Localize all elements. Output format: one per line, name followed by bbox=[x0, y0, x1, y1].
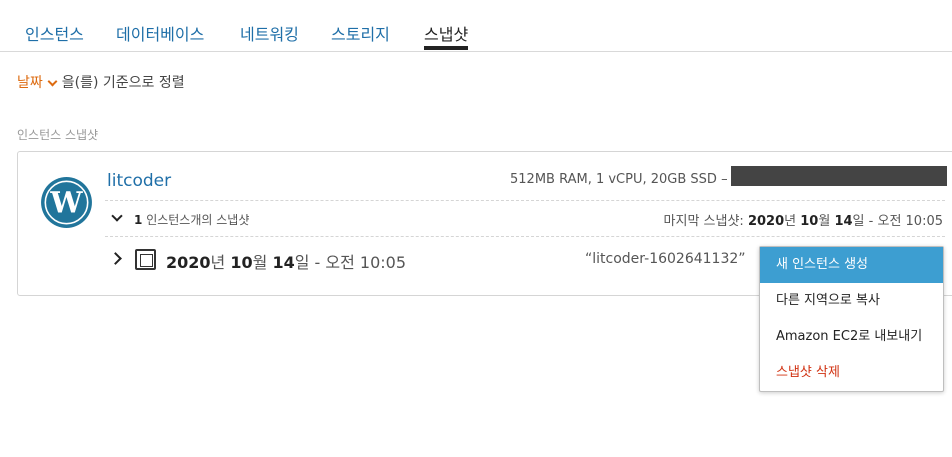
snapshot-month: 10 bbox=[230, 253, 253, 272]
chevron-down-icon[interactable] bbox=[111, 210, 123, 222]
last-snapshot-month-unit: 월 bbox=[818, 214, 831, 229]
tab-storage[interactable]: 스토리지 bbox=[331, 21, 390, 45]
menu-item-delete-snapshot[interactable]: 스냅샷 삭제 bbox=[760, 355, 943, 391]
menu-item-create-instance[interactable]: 새 인스턴스 생성 bbox=[760, 247, 943, 283]
last-snapshot-year-unit: 년 bbox=[784, 214, 797, 229]
sort-key-label: 날짜 bbox=[17, 75, 43, 91]
wordpress-logo-icon: W bbox=[41, 177, 92, 228]
last-snapshot-month: 10 bbox=[800, 214, 819, 229]
snapshot-year-unit: 년 bbox=[210, 253, 226, 272]
redacted-ip bbox=[731, 166, 947, 186]
snapshot-year: 2020 bbox=[166, 253, 211, 272]
svg-text:W: W bbox=[49, 186, 83, 220]
last-snapshot-time: - 오전 10:05 bbox=[868, 214, 943, 229]
menu-item-copy-region[interactable]: 다른 지역으로 복사 bbox=[760, 283, 943, 319]
divider bbox=[105, 200, 945, 201]
snapshot-day: 14 bbox=[272, 253, 295, 272]
last-snapshot-label: 마지막 스냅샷: bbox=[663, 214, 744, 229]
chevron-right-icon[interactable] bbox=[109, 252, 122, 265]
section-label: 인스턴스 스냅샷 bbox=[17, 128, 99, 142]
snapshot-name: “litcoder-1602641132” bbox=[585, 251, 746, 267]
menu-item-export-ec2[interactable]: Amazon EC2로 내보내기 bbox=[760, 319, 943, 355]
sort-key-dropdown[interactable]: 날짜 bbox=[17, 75, 62, 91]
divider bbox=[105, 236, 945, 237]
instance-name-link[interactable]: litcoder bbox=[107, 171, 171, 191]
sort-suffix: 을(를) 기준으로 정렬 bbox=[61, 75, 185, 91]
tab-instances[interactable]: 인스턴스 bbox=[25, 21, 84, 45]
tab-databases[interactable]: 데이터베이스 bbox=[116, 21, 204, 45]
snapshot-count-suffix: 인스턴스개의 스냅샷 bbox=[146, 213, 250, 227]
tab-networking[interactable]: 네트워킹 bbox=[240, 21, 299, 45]
snapshot-context-menu: 새 인스턴스 생성 다른 지역으로 복사 Amazon EC2로 내보내기 스냅… bbox=[759, 246, 944, 392]
tab-bar: 인스턴스 데이터베이스 네트워킹 스토리지 스냅샷 bbox=[0, 0, 952, 52]
tab-snapshots[interactable]: 스냅샷 bbox=[424, 21, 469, 50]
snapshot-date: 2020년 10월 14일 - 오전 10:05 bbox=[166, 249, 406, 273]
last-snapshot: 마지막 스냅샷: 2020년 10월 14일 - 오전 10:05 bbox=[664, 210, 943, 229]
snapshot-month-unit: 월 bbox=[252, 253, 268, 272]
last-snapshot-day-unit: 일 bbox=[852, 214, 865, 229]
snapshot-icon bbox=[135, 249, 156, 270]
snapshot-time: - 오전 10:05 bbox=[314, 253, 407, 272]
instance-spec: 512MB RAM, 1 vCPU, 20GB SSD – bbox=[510, 172, 728, 187]
chevron-down-icon bbox=[47, 76, 58, 87]
snapshot-count: 1 인스턴스개의 스냅샷 bbox=[134, 211, 249, 228]
last-snapshot-year: 2020 bbox=[747, 214, 785, 229]
sort-control: 날짜 을(를) 기준으로 정렬 bbox=[17, 72, 185, 92]
last-snapshot-day: 14 bbox=[834, 214, 853, 229]
snapshot-count-number: 1 bbox=[134, 213, 143, 227]
snapshot-day-unit: 일 bbox=[294, 253, 310, 272]
